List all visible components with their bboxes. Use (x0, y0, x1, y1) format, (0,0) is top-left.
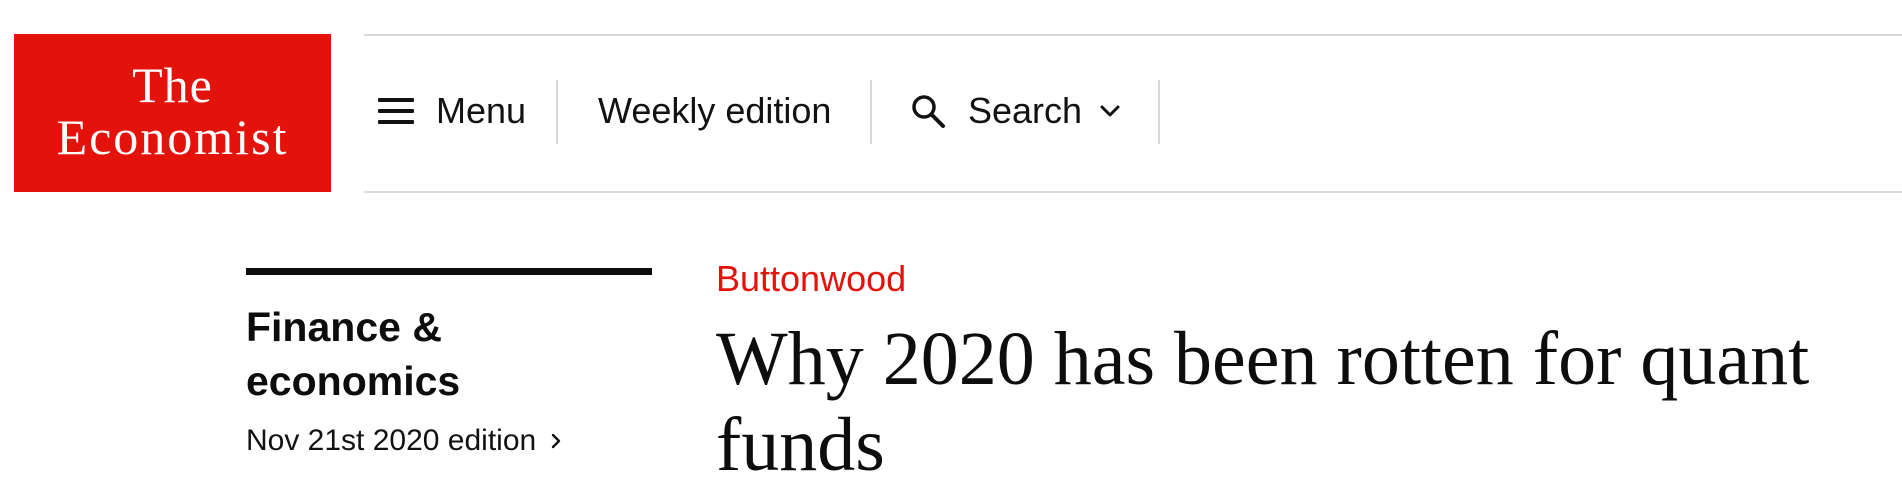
search-button[interactable]: Search (910, 80, 1122, 142)
logo-line-the: The (132, 57, 213, 113)
menu-button[interactable]: Menu (378, 80, 526, 142)
hamburger-icon (378, 98, 414, 124)
weekly-edition-label: Weekly edition (598, 90, 832, 131)
rubric-link[interactable]: Buttonwood (716, 258, 906, 300)
section-rule (246, 268, 652, 275)
header-bottom-divider (364, 191, 1902, 193)
weekly-edition-link[interactable]: Weekly edition (598, 80, 831, 142)
header-top-divider (364, 34, 1902, 36)
nav-divider (556, 80, 558, 144)
menu-label: Menu (436, 90, 527, 131)
nav-divider (870, 80, 872, 144)
edition-label: Nov 21st 2020 edition (246, 424, 537, 457)
nav-divider (1158, 80, 1160, 144)
edition-link[interactable]: Nov 21st 2020 edition (246, 424, 564, 458)
article-headline: Why 2020 has been rotten for quant funds (716, 317, 1810, 487)
site-header: The Economist Menu Weekly edition Search (0, 0, 1902, 200)
section-title-link[interactable]: Finance & economics (246, 300, 646, 408)
chevron-down-icon (1100, 105, 1120, 117)
economist-logo[interactable]: The Economist (14, 34, 331, 192)
chevron-right-icon (552, 433, 561, 449)
search-label: Search (968, 90, 1083, 131)
search-icon (912, 95, 945, 128)
logo-line-economist: Economist (56, 109, 289, 165)
